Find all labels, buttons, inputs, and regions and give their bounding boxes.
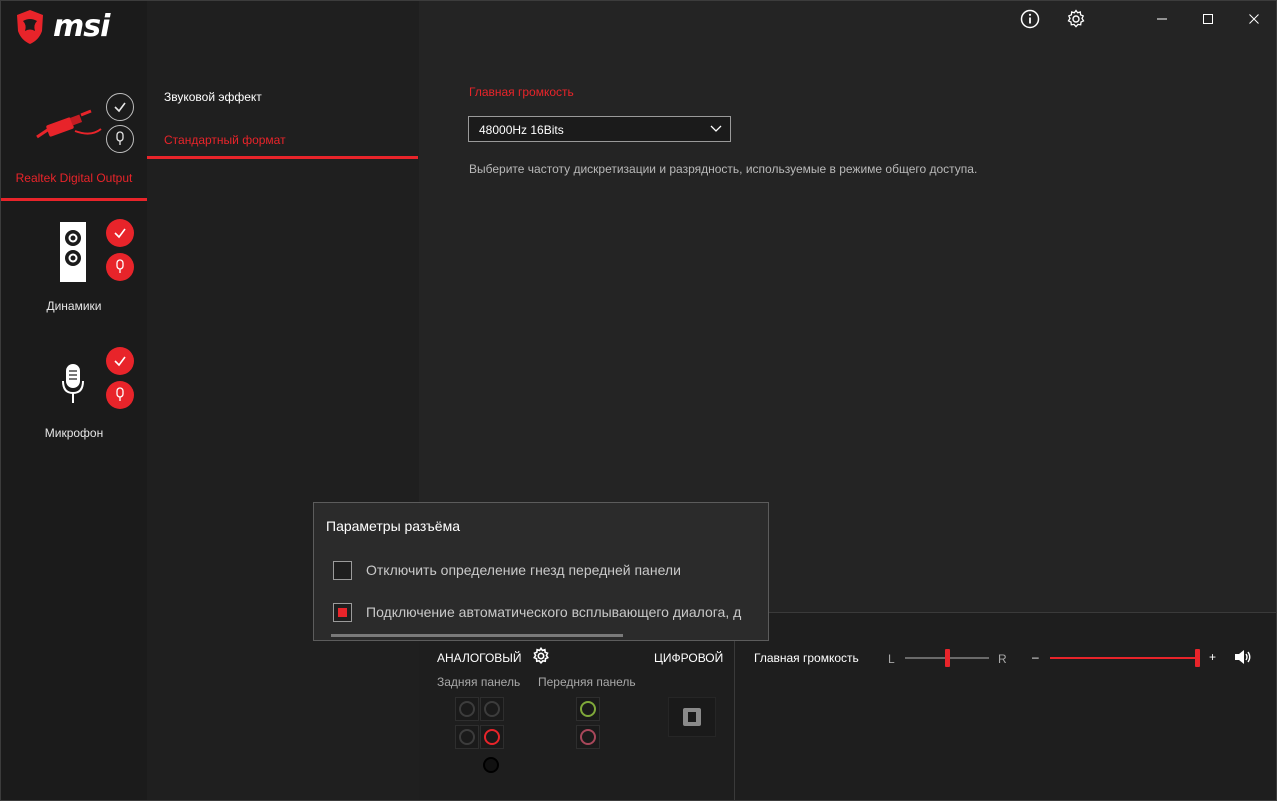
volume-plus-button[interactable]: +	[1209, 650, 1216, 664]
horizontal-scrollbar[interactable]	[331, 634, 623, 637]
select-value: 48000Hz 16Bits	[479, 123, 564, 137]
front-panel-label: Передняя панель	[538, 675, 636, 689]
digital-section-label: ЦИФРОВОЙ	[654, 651, 724, 665]
balance-right-label: R	[998, 652, 1007, 666]
mute-button[interactable]	[1234, 649, 1254, 667]
device-microphone[interactable]: Микрофон	[1, 347, 147, 447]
device-label: Динамики	[46, 299, 102, 313]
jack-port-icon	[484, 701, 500, 717]
minimize-button[interactable]	[1150, 7, 1174, 31]
info-button[interactable]	[1018, 7, 1042, 31]
minimize-icon	[1157, 18, 1167, 20]
gear-icon	[1067, 9, 1085, 28]
close-icon	[1249, 14, 1259, 24]
jack-port-icon	[459, 729, 475, 745]
sample-rate-select[interactable]: 48000Hz 16Bits	[468, 116, 731, 142]
maximize-icon	[1203, 14, 1213, 24]
balance-slider-thumb[interactable]	[945, 649, 950, 667]
rear-panel-label: Задняя панель	[437, 675, 521, 689]
volume-slider-thumb[interactable]	[1195, 649, 1200, 667]
device-label: Realtek Digital Output	[15, 171, 133, 185]
section-title: Главная громкость	[469, 85, 574, 99]
active-device-indicator	[1, 198, 147, 201]
device-label: Микрофон	[44, 426, 104, 440]
msi-dragon-icon	[17, 10, 43, 44]
connector-settings-button[interactable]	[532, 646, 552, 667]
active-subnav-indicator	[147, 156, 418, 159]
auto-popup-dialog-checkbox[interactable]	[333, 603, 352, 622]
microphone-icon	[62, 364, 84, 403]
device-speakers[interactable]: Динамики	[1, 219, 147, 319]
jack-port-icon	[580, 729, 596, 745]
speaker-volume-icon	[1235, 650, 1251, 664]
default-device-badge[interactable]	[106, 381, 134, 409]
front-jack-mic[interactable]	[576, 725, 600, 749]
device-rail: msi Realtek Digital Output Динамики Микр…	[1, 1, 147, 800]
master-volume-label: Главная громкость	[754, 651, 859, 665]
checkbox-checked-mark	[338, 608, 347, 617]
rear-jack[interactable]	[481, 755, 501, 775]
speaker-icon	[60, 222, 86, 282]
app-window: msi Realtek Digital Output Динамики Микр…	[0, 0, 1277, 801]
info-icon	[1020, 9, 1040, 29]
volume-slider-fill	[1050, 657, 1197, 659]
check-icon	[114, 228, 126, 239]
optical-port-icon	[683, 708, 701, 726]
balance-left-label: L	[888, 652, 895, 666]
chevron-down-icon	[710, 125, 722, 132]
device-realtek-digital-output[interactable]: Realtek Digital Output	[1, 87, 147, 203]
settings-button[interactable]	[1064, 7, 1088, 31]
rear-jack-active[interactable]	[480, 725, 504, 749]
logo: msi	[1, 1, 147, 59]
rear-jack[interactable]	[480, 697, 504, 721]
microphone-small-icon	[116, 131, 124, 145]
disable-front-panel-detection-checkbox[interactable]	[333, 561, 352, 580]
popup-title: Параметры разъёма	[326, 518, 460, 534]
check-icon	[114, 356, 126, 367]
checkbox-label: Отключить определение гнезд передней пан…	[366, 562, 681, 578]
connected-check-badge	[106, 93, 134, 121]
digital-cable-icon	[36, 109, 102, 139]
maximize-button[interactable]	[1196, 7, 1220, 31]
brand-logo-text: msi	[53, 9, 110, 44]
rear-jack[interactable]	[455, 697, 479, 721]
connected-check-badge	[106, 219, 134, 247]
subnav-item-sound-effect[interactable]: Звуковой эффект	[164, 90, 262, 104]
jack-port-icon	[459, 701, 475, 717]
gear-icon	[533, 646, 549, 665]
divider	[734, 636, 735, 800]
rear-jack[interactable]	[455, 725, 479, 749]
volume-minus-button[interactable]: –	[1032, 650, 1039, 664]
jack-port-icon	[484, 729, 500, 745]
microphone-small-icon	[116, 259, 124, 273]
check-icon	[114, 102, 126, 113]
settings-subnav: Звуковой эффект Стандартный формат	[147, 1, 419, 800]
jack-port-icon	[483, 757, 499, 773]
connected-check-badge	[106, 347, 134, 375]
connector-settings-popup: Параметры разъёма Отключить определение …	[313, 502, 769, 641]
checkbox-label: Подключение автоматического всплывающего…	[366, 604, 742, 620]
analog-section-label: АНАЛОГОВЫЙ	[437, 651, 522, 665]
default-device-badge[interactable]	[106, 125, 134, 153]
jack-port-icon	[580, 701, 596, 717]
close-button[interactable]	[1242, 7, 1266, 31]
format-description: Выберите частоту дискретизации и разрядн…	[469, 162, 978, 176]
default-device-badge[interactable]	[106, 253, 134, 281]
microphone-small-icon	[116, 387, 124, 401]
front-jack-headphone[interactable]	[576, 697, 600, 721]
subnav-item-default-format[interactable]: Стандартный формат	[164, 133, 286, 147]
digital-optical-jack[interactable]	[668, 697, 716, 737]
